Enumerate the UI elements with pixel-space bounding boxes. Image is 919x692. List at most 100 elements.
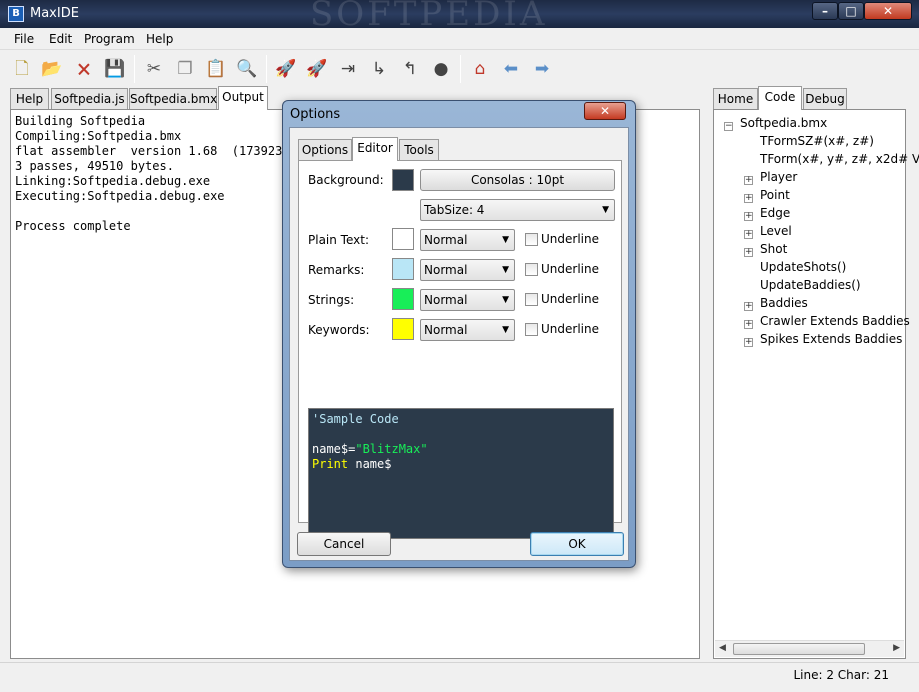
tree-item[interactable]: Shot — [760, 240, 787, 258]
plain-text-style-select[interactable]: Normal ▼ — [420, 229, 515, 251]
expand-icon[interactable]: + — [744, 194, 753, 203]
step-in-icon[interactable]: ↳ — [367, 57, 391, 81]
code-tree-panel: − Softpedia.bmx TFormSZ#(x#, z#) TForm(x… — [713, 109, 919, 659]
cancel-button[interactable]: Cancel — [297, 532, 391, 556]
chevron-down-icon: ▼ — [602, 205, 609, 215]
status-bar: Line: 2 Char: 21 — [0, 662, 919, 692]
plain-text-underline-checkbox[interactable] — [525, 233, 538, 246]
remarks-color-swatch[interactable] — [392, 258, 414, 280]
expand-icon[interactable]: + — [744, 338, 753, 347]
output-text: Building Softpedia Compiling:Softpedia.b… — [15, 114, 290, 233]
chevron-down-icon: ▼ — [502, 295, 509, 305]
close-file-icon[interactable]: 🗙 — [72, 57, 96, 81]
plain-text-label: Plain Text: — [308, 233, 369, 247]
find-icon[interactable]: 🔍 — [235, 57, 259, 81]
dialog-title: Options — [290, 107, 341, 122]
expand-icon[interactable]: + — [744, 320, 753, 329]
tab-output[interactable]: Output — [218, 86, 268, 110]
forward-arrow-icon[interactable]: ➡ — [530, 57, 554, 81]
open-folder-icon[interactable]: 📂 — [40, 57, 64, 81]
tab-tools[interactable]: Tools — [399, 139, 439, 160]
style-value: Normal — [424, 263, 468, 277]
sample-comment: 'Sample Code — [312, 412, 399, 426]
strings-underline-checkbox[interactable] — [525, 293, 538, 306]
stop-icon[interactable]: ● — [429, 57, 453, 81]
chevron-down-icon: ▼ — [502, 265, 509, 275]
expand-icon[interactable]: + — [744, 248, 753, 257]
save-icon[interactable]: 💾 — [103, 57, 127, 81]
build-rocket-icon[interactable]: 🚀 — [274, 57, 298, 81]
scroll-left-icon[interactable]: ◀ — [719, 643, 726, 653]
tree-item[interactable]: TForm(x#, y#, z#, x2d# Var, — [760, 150, 919, 168]
scroll-thumb[interactable] — [733, 643, 865, 655]
underline-label: Underline — [541, 292, 599, 306]
copy-icon[interactable]: ❐ — [173, 57, 197, 81]
remarks-style-select[interactable]: Normal ▼ — [420, 259, 515, 281]
underline-label: Underline — [541, 232, 599, 246]
build-run-icon[interactable]: 🚀 — [305, 57, 329, 81]
new-file-icon[interactable]: 🗋 — [10, 57, 34, 81]
tab-home[interactable]: Home — [713, 88, 758, 110]
horizontal-scrollbar[interactable]: ◀ ▶ — [715, 640, 904, 657]
tree-item[interactable]: Edge — [760, 204, 790, 222]
tab-softpedia-bmx[interactable]: Softpedia.bmx — [129, 88, 217, 110]
dialog-close-button[interactable]: ✕ — [584, 102, 626, 120]
keywords-color-swatch[interactable] — [392, 318, 414, 340]
background-color-swatch[interactable] — [392, 169, 414, 191]
remarks-underline-checkbox[interactable] — [525, 263, 538, 276]
tab-debug[interactable]: Debug — [803, 88, 847, 110]
keywords-underline-checkbox[interactable] — [525, 323, 538, 336]
tab-help[interactable]: Help — [10, 88, 49, 110]
menu-program[interactable]: Program — [84, 32, 135, 46]
tab-options[interactable]: Options — [298, 139, 352, 160]
scroll-right-icon[interactable]: ▶ — [893, 643, 900, 653]
strings-color-swatch[interactable] — [392, 288, 414, 310]
plain-text-color-swatch[interactable] — [392, 228, 414, 250]
close-window-button[interactable]: ✕ — [864, 2, 912, 20]
strings-style-select[interactable]: Normal ▼ — [420, 289, 515, 311]
tree-item[interactable]: UpdateBaddies() — [760, 276, 861, 294]
tree-item[interactable]: UpdateShots() — [760, 258, 846, 276]
tab-softpedia-js[interactable]: Softpedia.js — [51, 88, 128, 110]
menu-help[interactable]: Help — [146, 32, 173, 46]
home-icon[interactable]: ⌂ — [468, 57, 492, 81]
back-arrow-icon[interactable]: ⬅ — [499, 57, 523, 81]
title-bar: B MaxIDE SOFTPEDIA – □ ✕ — [0, 0, 919, 34]
tree-item[interactable]: TFormSZ#(x#, z#) — [760, 132, 874, 150]
menu-edit[interactable]: Edit — [49, 32, 72, 46]
tab-code[interactable]: Code — [758, 86, 802, 110]
ok-button[interactable]: OK — [530, 532, 624, 556]
remarks-label: Remarks: — [308, 263, 365, 277]
expand-icon[interactable]: + — [744, 212, 753, 221]
cut-icon[interactable]: ✂ — [142, 57, 166, 81]
toolbar-separator — [134, 55, 135, 83]
sample-rest: name$ — [348, 457, 392, 471]
expand-icon[interactable]: + — [744, 230, 753, 239]
menu-bar: File Edit Program Help — [0, 28, 919, 50]
tree-item[interactable]: Player — [760, 168, 797, 186]
maximize-button[interactable]: □ — [838, 2, 864, 20]
keywords-label: Keywords: — [308, 323, 370, 337]
dialog-body: Options Editor Tools Background: Consola… — [289, 127, 629, 561]
tree-item[interactable]: Spikes Extends Baddies — [760, 330, 902, 348]
keywords-style-select[interactable]: Normal ▼ — [420, 319, 515, 341]
expand-icon[interactable]: + — [744, 302, 753, 311]
minimize-button[interactable]: – — [812, 2, 838, 20]
font-button[interactable]: Consolas : 10pt — [420, 169, 615, 191]
toolbar-separator — [266, 55, 267, 83]
tab-editor[interactable]: Editor — [352, 137, 398, 161]
tree-item[interactable]: Level — [760, 222, 792, 240]
tree-item[interactable]: Crawler Extends Baddies — [760, 312, 910, 330]
style-value: Normal — [424, 323, 468, 337]
tree-root[interactable]: Softpedia.bmx — [740, 114, 827, 132]
step-out-icon[interactable]: ↰ — [398, 57, 422, 81]
paste-icon[interactable]: 📋 — [204, 57, 228, 81]
tabsize-value: TabSize: 4 — [424, 203, 485, 217]
tree-item[interactable]: Point — [760, 186, 790, 204]
tabsize-select[interactable]: TabSize: 4 ▼ — [420, 199, 615, 221]
expand-icon[interactable]: + — [744, 176, 753, 185]
step-icon[interactable]: ⇥ — [336, 57, 360, 81]
menu-file[interactable]: File — [14, 32, 34, 46]
collapse-icon[interactable]: − — [724, 122, 733, 131]
tree-item[interactable]: Baddies — [760, 294, 808, 312]
